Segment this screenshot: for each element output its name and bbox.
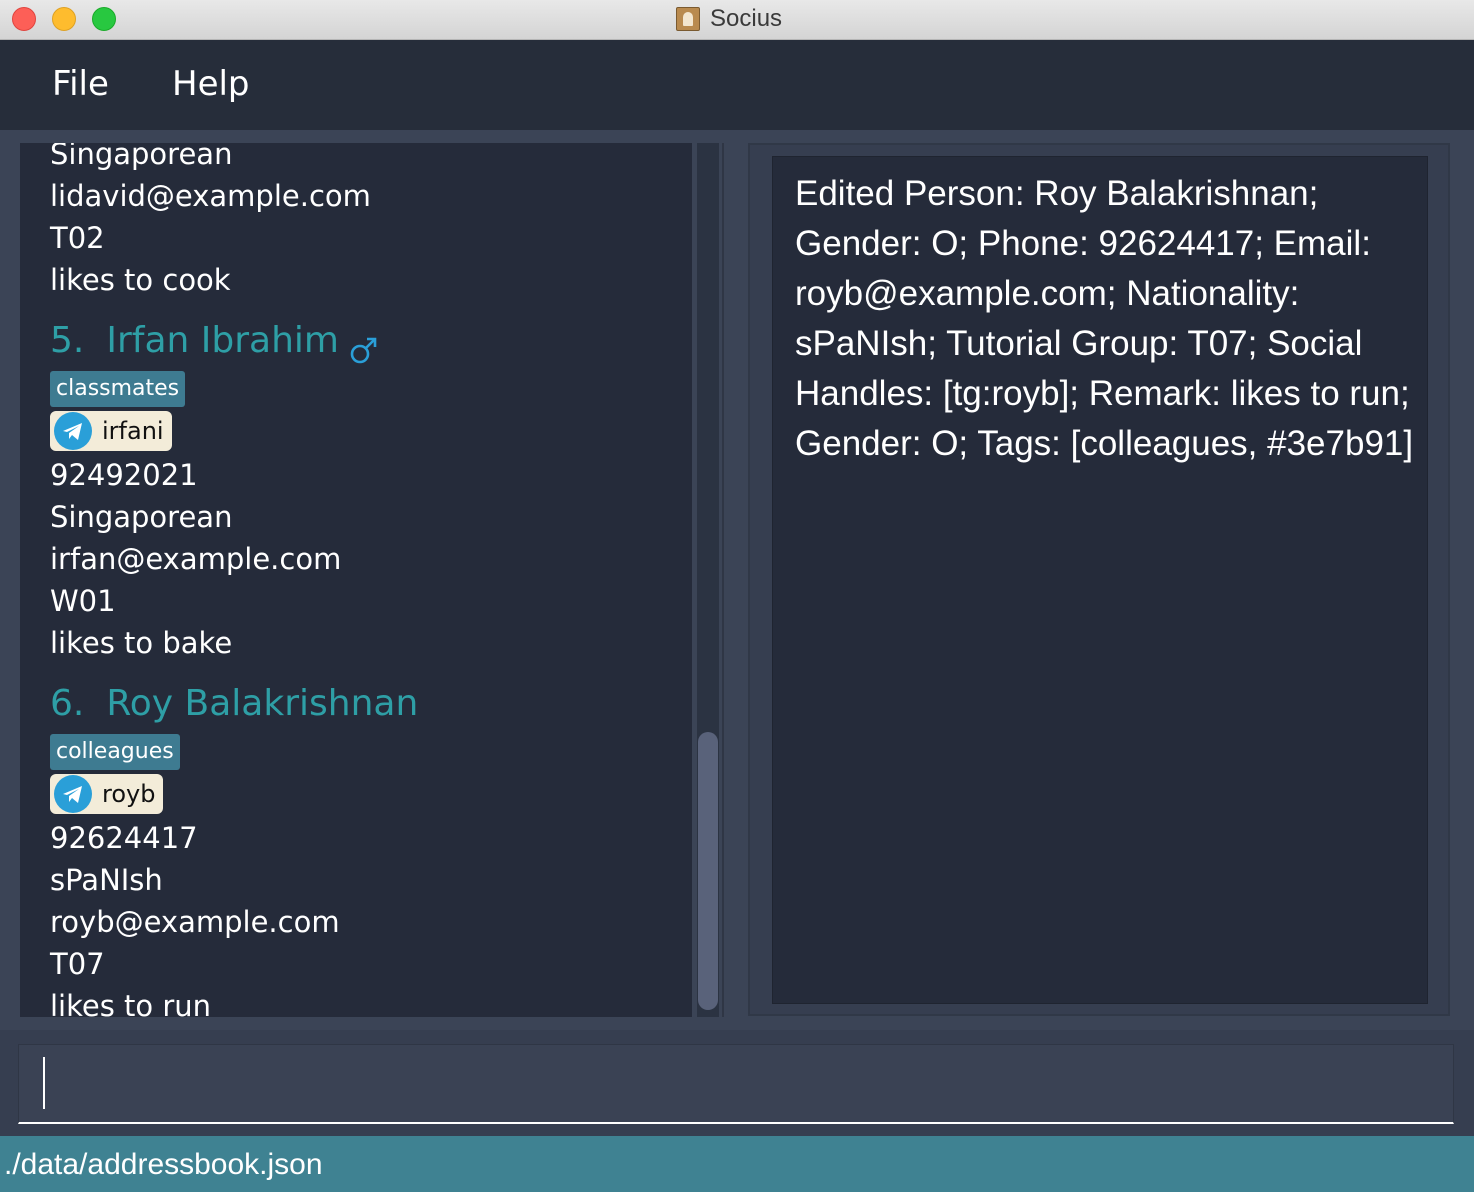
window-title-text: Socius xyxy=(710,5,783,32)
person-name: Irfan Ibrahim xyxy=(106,320,339,361)
person-card[interactable]: 6. Roy Balakrishnan colleagues royb 9262… xyxy=(50,676,690,1017)
person-phone: 92624417 xyxy=(50,821,198,855)
person-tutorial-group: T02 xyxy=(50,221,105,255)
status-file-path: ./data/addressbook.json xyxy=(4,1148,323,1181)
person-remark: likes to run xyxy=(50,989,212,1017)
person-nationality: sPaNIsh xyxy=(50,863,163,897)
person-phone: 92492021 xyxy=(50,458,198,492)
split-divider[interactable] xyxy=(722,143,724,1017)
telegram-icon xyxy=(54,412,92,450)
menu-bar: File Help xyxy=(0,40,1474,130)
social-handle-badge: royb xyxy=(50,774,164,814)
person-tutorial-group: T07 xyxy=(50,947,105,981)
menu-file[interactable]: File xyxy=(52,64,109,104)
person-tag: colleagues xyxy=(50,734,180,770)
person-email: lidavid@example.com xyxy=(50,179,371,213)
social-handle-text: irfani xyxy=(102,417,164,445)
person-email: irfan@example.com xyxy=(50,542,342,576)
minimize-window-button[interactable] xyxy=(52,7,76,31)
menu-help[interactable]: Help xyxy=(172,64,250,104)
result-text: Edited Person: Roy Balakrishnan; Gender:… xyxy=(795,174,1414,463)
person-name-row: 6. Roy Balakrishnan xyxy=(50,676,690,732)
social-handle-badge: irfani xyxy=(50,411,172,451)
person-name-row: 5. Irfan Ibrahim xyxy=(50,313,690,369)
person-nationality: Singaporean xyxy=(50,500,233,534)
telegram-icon xyxy=(54,775,92,813)
window-title: Socius xyxy=(676,4,782,34)
zoom-window-button[interactable] xyxy=(92,7,116,31)
person-tag: classmates xyxy=(50,371,186,407)
person-list-panel[interactable]: Singaporean lidavid@example.com T02 like… xyxy=(20,143,692,1017)
person-email: royb@example.com xyxy=(50,905,340,939)
male-symbol-icon xyxy=(349,326,379,364)
person-card-partial[interactable]: Singaporean lidavid@example.com T02 like… xyxy=(50,143,690,301)
text-caret xyxy=(43,1057,45,1109)
person-name: Roy Balakrishnan xyxy=(106,683,419,724)
person-card[interactable]: 5. Irfan Ibrahim classmates irfani 92492… xyxy=(50,313,690,664)
status-bar: ./data/addressbook.json xyxy=(0,1136,1474,1192)
person-index: 5. xyxy=(50,320,85,361)
person-tutorial-group: W01 xyxy=(50,584,116,618)
person-index: 6. xyxy=(50,683,85,724)
list-scrollbar-thumb[interactable] xyxy=(698,732,718,1010)
result-display[interactable]: Edited Person: Roy Balakrishnan; Gender:… xyxy=(772,156,1428,1004)
person-remark: likes to bake xyxy=(50,626,233,660)
title-bar: Socius xyxy=(0,0,1474,40)
person-remark: likes to cook xyxy=(50,263,231,297)
person-nationality: Singaporean xyxy=(50,143,233,171)
command-box[interactable] xyxy=(18,1044,1454,1124)
command-input[interactable] xyxy=(19,1045,1453,1122)
person-list: Singaporean lidavid@example.com T02 like… xyxy=(50,143,690,1017)
close-window-button[interactable] xyxy=(12,7,36,31)
social-handle-text: royb xyxy=(102,780,156,808)
address-book-icon xyxy=(676,7,700,31)
